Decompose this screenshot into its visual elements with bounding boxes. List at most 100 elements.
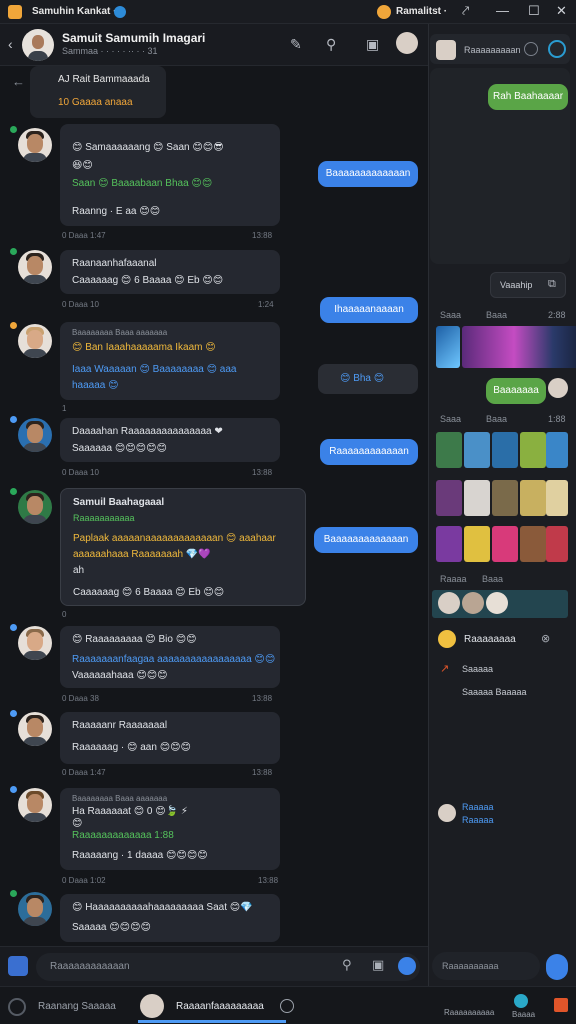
media-thumbnail[interactable] (436, 432, 462, 468)
message-text: Raaaaang · 1 daaaa 😊😊😊😊 (72, 850, 208, 861)
message-input-placeholder: Raaaaaaaaaaaan (50, 961, 130, 972)
message-text: ah (73, 565, 85, 576)
avatar[interactable] (18, 892, 52, 926)
message-bubble[interactable]: 😊 Haaaaaaaaaahaaaaaaaaa Saat 😊💎 Saaaaa 😊… (60, 894, 280, 942)
message-text: Saaaaaa 😊😊😊😊😊 (72, 443, 167, 454)
emoji-icon[interactable] (398, 957, 416, 975)
section-sub: Baaa (486, 414, 508, 424)
media-thumbnail[interactable] (436, 480, 462, 516)
media-thumbnail[interactable] (464, 480, 490, 516)
media-thumbnail[interactable] (546, 432, 568, 468)
section-sub: Baaa (482, 574, 504, 584)
media-thumbnail[interactable] (546, 526, 568, 562)
section-label: Saaa (440, 310, 462, 320)
status-dot (10, 322, 17, 329)
side-panel-title: Raaaaaaaaan (464, 45, 521, 55)
participant-avatar[interactable] (486, 592, 508, 614)
refresh-icon[interactable] (548, 40, 566, 58)
message-text: Saaaaa 😊😊😊😊 (72, 922, 151, 933)
participant-avatar[interactable] (462, 592, 484, 614)
active-chat-avatar[interactable] (140, 994, 164, 1018)
info-icon[interactable] (280, 999, 294, 1013)
list-item[interactable]: Saaaaa (462, 664, 493, 674)
media-thumbnail[interactable] (492, 526, 518, 562)
avatar[interactable] (18, 128, 52, 162)
media-thumbnail[interactable] (492, 432, 518, 468)
avatar[interactable] (18, 418, 52, 452)
message-time: 13:88 (252, 231, 273, 240)
bottom-tab[interactable]: Raaaaaaaaaa (444, 1008, 494, 1017)
media-thumbnail[interactable] (520, 432, 546, 468)
message-meta: 0 Daaa 10 (62, 300, 99, 309)
message-meta: 0 Daaa 38 (62, 694, 99, 703)
message-bubble[interactable]: Daaaahan Raaaaaaaaaaaaaaa ❤ Saaaaaa 😊😊😊😊… (60, 418, 280, 462)
participant-avatar[interactable] (438, 592, 460, 614)
bottom-tab[interactable]: Baaaa (512, 1010, 535, 1019)
close-icon[interactable]: ⊗ (541, 632, 550, 645)
home-icon[interactable] (8, 956, 28, 976)
avatar[interactable] (18, 712, 52, 746)
attach-icon[interactable]: ▣ (372, 957, 384, 973)
list-item[interactable]: Raaaaaaaa (464, 634, 516, 645)
avatar[interactable] (18, 490, 52, 524)
status-icon[interactable] (8, 998, 26, 1016)
bottom-tab[interactable]: Raanang Saaaaa (38, 1001, 116, 1012)
sent-message[interactable]: Raaaaaaaaaaaan (320, 439, 418, 465)
media-thumbnail[interactable] (464, 432, 490, 468)
screen-share-icon[interactable]: ▣ (366, 36, 379, 53)
avatar[interactable] (18, 250, 52, 284)
message-text: 😊 Raaaaaaaaa 😊 Bio 😊😊 (72, 634, 197, 645)
mic-icon[interactable]: ⚲ (342, 957, 352, 973)
contact-avatar[interactable] (22, 29, 54, 61)
side-message[interactable]: Baaaaaaa (486, 378, 546, 404)
active-chat-tab[interactable]: Raaaanfaaaaaaaaa (176, 1001, 264, 1012)
maximize-button[interactable]: ☐ (528, 3, 540, 19)
media-thumbnail[interactable] (492, 480, 518, 516)
list-item[interactable]: Saaaaa Baaaaa (462, 687, 527, 697)
back-icon[interactable]: ‹ (8, 36, 13, 52)
mic-icon[interactable] (546, 954, 568, 980)
message-bubble[interactable]: Raaaaanr Raaaaaaal Raaaaaag · 😊 aan 😊😊😊 (60, 712, 280, 764)
message-text: Raaaaanr Raaaaaaal (72, 720, 168, 731)
list-item[interactable]: Raaaaa (462, 802, 494, 812)
user-avatar[interactable] (396, 32, 418, 54)
media-thumbnail[interactable] (546, 480, 568, 516)
avatar[interactable] (18, 626, 52, 660)
message-bubble[interactable]: 😊 Raaaaaaaaa 😊 Bio 😊😊 Raaaaaaanfaagaa aa… (60, 626, 280, 688)
alert-icon[interactable] (554, 998, 568, 1012)
edit-icon[interactable]: ✎ (290, 36, 302, 53)
sent-message[interactable]: Baaaaaaaaaaaaan (318, 161, 418, 187)
media-thumbnail[interactable] (462, 326, 576, 368)
message-text: Baaaaaaaa Baaa aaaaaaa (72, 328, 168, 337)
message-bubble[interactable]: 😊 Samaaaaaang 😊 Saan 😊😊😎 😆😊 Saan 😊 Baaaa… (60, 124, 280, 226)
message-bubble[interactable]: Samuil Baahagaaal Raaaaaaaaaaa Paplaak a… (60, 488, 306, 606)
app-icon (8, 5, 22, 19)
avatar[interactable] (18, 324, 52, 358)
reply-back-icon[interactable]: ← (12, 74, 25, 89)
message-meta: 0 Daaa 1:47 (62, 231, 106, 240)
status-icon[interactable] (524, 42, 538, 56)
media-thumbnail[interactable] (436, 326, 460, 368)
sent-message[interactable]: Ihaaaaanaaaan (320, 297, 418, 323)
avatar[interactable] (18, 788, 52, 822)
message-meta: 0 Daaa 10 (62, 468, 99, 477)
side-message[interactable]: Rah Baahaaaar (488, 84, 568, 110)
link-icon[interactable]: ⤤ (462, 3, 469, 19)
media-thumbnail[interactable] (520, 526, 546, 562)
message-text: 😊 Samaaaaaang 😊 Saan 😊😊😎 (72, 142, 224, 153)
message-bubble[interactable]: Raanaanhafaaanal Caaaaaag 😊 6 Baaaa 😊 Eb… (60, 250, 280, 294)
sent-message[interactable]: Baaaaaaaaaaaaan (314, 527, 418, 553)
close-button[interactable]: ✕ (556, 3, 567, 19)
message-bubble[interactable]: Baaaaaaaa Baaa aaaaaaa Ha Raaaaaat 😊 0 😊… (60, 788, 280, 870)
media-thumbnail[interactable] (520, 480, 546, 516)
sent-message[interactable]: 😊 Bha 😊 (318, 364, 418, 394)
message-meta: 0 Daaa 1:02 (62, 876, 106, 885)
message-meta: 0 Daaa 1:47 (62, 768, 106, 777)
minimize-button[interactable]: — (496, 3, 509, 18)
media-thumbnail[interactable] (436, 526, 462, 562)
search-icon[interactable]: ⚲ (326, 36, 336, 53)
message-bubble[interactable]: Baaaaaaaa Baaa aaaaaaa 😊 Ban Iaaahaaaaam… (60, 322, 280, 400)
notification-icon[interactable] (514, 994, 528, 1008)
list-item[interactable]: Raaaaa (462, 815, 494, 825)
media-thumbnail[interactable] (464, 526, 490, 562)
